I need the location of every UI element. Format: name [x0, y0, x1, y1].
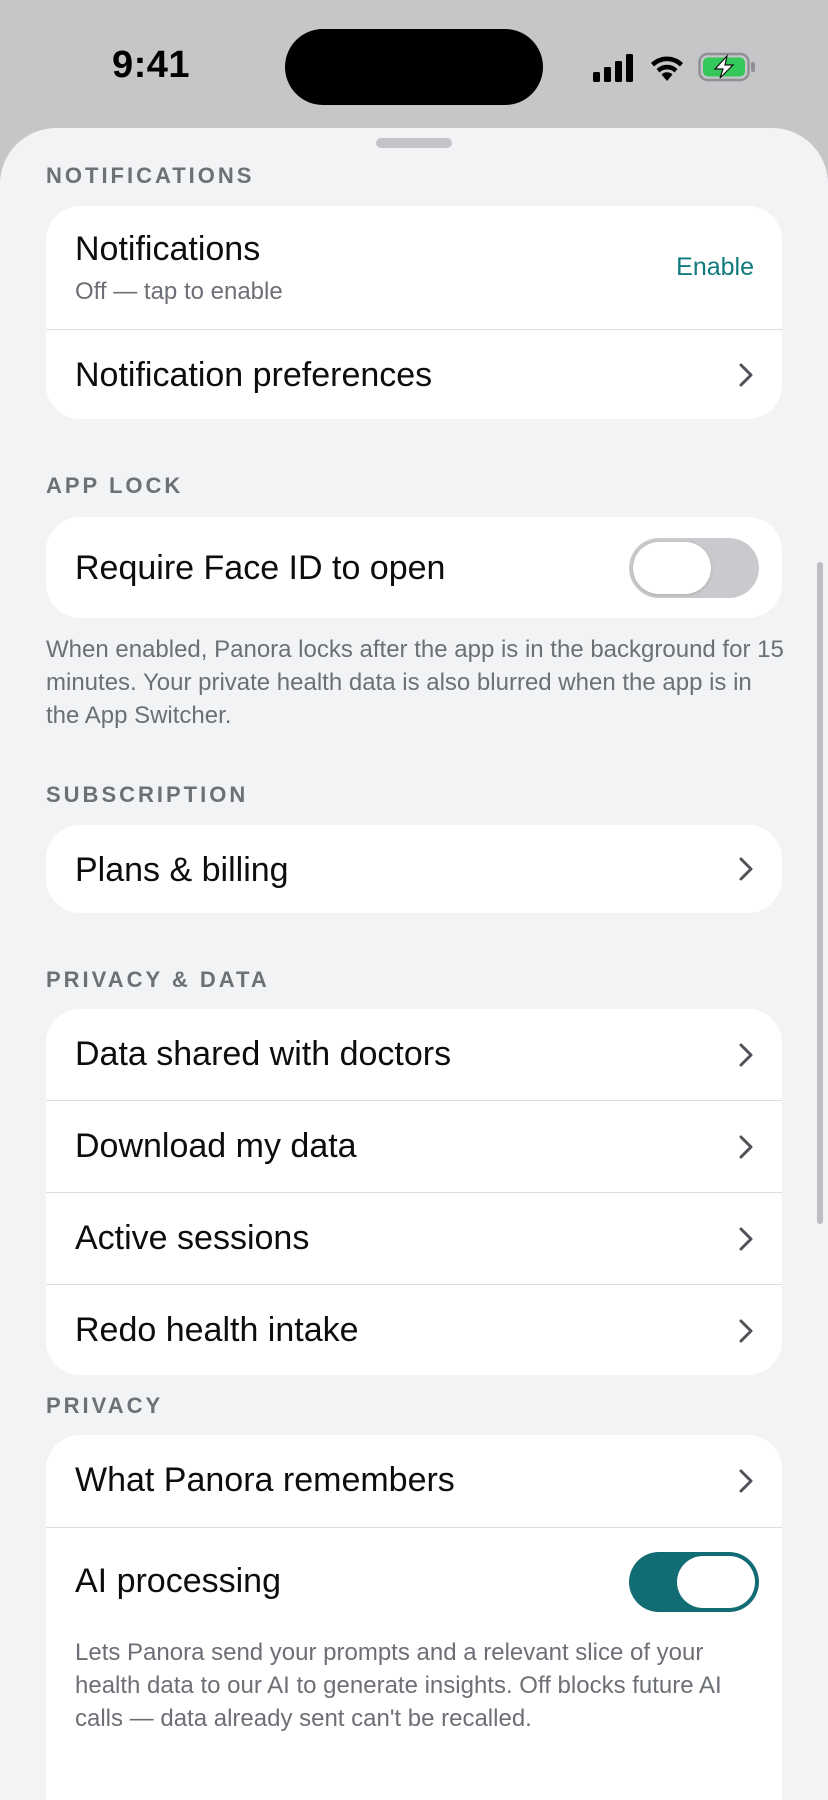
chevron-right-icon	[739, 857, 753, 881]
notifications-card: Notifications Off — tap to enable Enable…	[46, 206, 782, 419]
chevron-right-icon	[739, 1319, 753, 1343]
plans-billing-label: Plans & billing	[75, 851, 289, 889]
scroll-indicator[interactable]	[817, 562, 823, 1224]
what-panora-remembers-row[interactable]: What Panora remembers	[46, 1435, 782, 1528]
chevron-right-icon	[739, 1469, 753, 1493]
download-my-data-row[interactable]: Download my data	[46, 1101, 782, 1193]
toggle-knob	[677, 1556, 755, 1608]
chevron-right-icon	[739, 1043, 753, 1067]
cellular-signal-icon	[593, 54, 633, 82]
chevron-right-icon	[739, 1227, 753, 1251]
dynamic-island	[285, 29, 543, 105]
chevron-right-icon	[739, 1135, 753, 1159]
plans-billing-row[interactable]: Plans & billing	[46, 825, 782, 913]
notifications-row[interactable]: Notifications Off — tap to enable Enable	[46, 206, 782, 330]
section-label-privacy-data: PRIVACY & DATA	[46, 967, 270, 992]
face-id-toggle[interactable]	[629, 538, 759, 598]
battery-charging-icon	[698, 52, 755, 82]
subscription-card: Plans & billing	[46, 825, 782, 913]
what-panora-remembers-label: What Panora remembers	[75, 1461, 455, 1499]
section-label-app-lock: APP LOCK	[46, 473, 184, 498]
status-bar: 9:41	[0, 0, 828, 128]
app-lock-footnote: When enabled, Panora locks after the app…	[46, 636, 784, 729]
toggle-knob	[633, 542, 711, 594]
section-label-privacy: PRIVACY	[46, 1393, 164, 1418]
wifi-icon	[651, 56, 683, 81]
face-id-row: Require Face ID to open	[46, 517, 782, 618]
notification-preferences-row[interactable]: Notification preferences	[46, 330, 782, 419]
section-label-notifications: NOTIFICATIONS	[46, 163, 255, 188]
redo-health-intake-label: Redo health intake	[75, 1311, 359, 1349]
data-shared-with-doctors-label: Data shared with doctors	[75, 1035, 452, 1073]
ai-processing-note: Lets Panora send your prompts and a rele…	[75, 1639, 722, 1732]
ai-processing-toggle[interactable]	[629, 1552, 759, 1612]
active-sessions-label: Active sessions	[75, 1219, 310, 1257]
redo-health-intake-row[interactable]: Redo health intake	[46, 1285, 782, 1375]
data-shared-with-doctors-row[interactable]: Data shared with doctors	[46, 1009, 782, 1101]
ai-processing-label: AI processing	[75, 1562, 281, 1600]
privacy-data-card: Data shared with doctors Download my dat…	[46, 1009, 782, 1375]
notification-preferences-label: Notification preferences	[75, 356, 433, 394]
app-lock-card: Require Face ID to open	[46, 517, 782, 618]
ai-processing-row: AI processing Lets Panora send your prom…	[46, 1528, 782, 1756]
notifications-subtitle: Off — tap to enable	[75, 278, 283, 305]
download-my-data-label: Download my data	[75, 1127, 357, 1165]
privacy-card: What Panora remembers AI processing Lets…	[46, 1435, 782, 1800]
active-sessions-row[interactable]: Active sessions	[46, 1193, 782, 1285]
chevron-right-icon	[739, 363, 753, 387]
notifications-title: Notifications	[75, 230, 261, 268]
enable-notifications-button[interactable]: Enable	[676, 253, 754, 282]
settings-sheet: NOTIFICATIONS Notifications Off — tap to…	[0, 128, 828, 1800]
section-label-subscription: SUBSCRIPTION	[46, 782, 249, 807]
sheet-grabber[interactable]	[376, 138, 452, 148]
face-id-label: Require Face ID to open	[75, 549, 446, 587]
status-time: 9:41	[111, 44, 191, 86]
